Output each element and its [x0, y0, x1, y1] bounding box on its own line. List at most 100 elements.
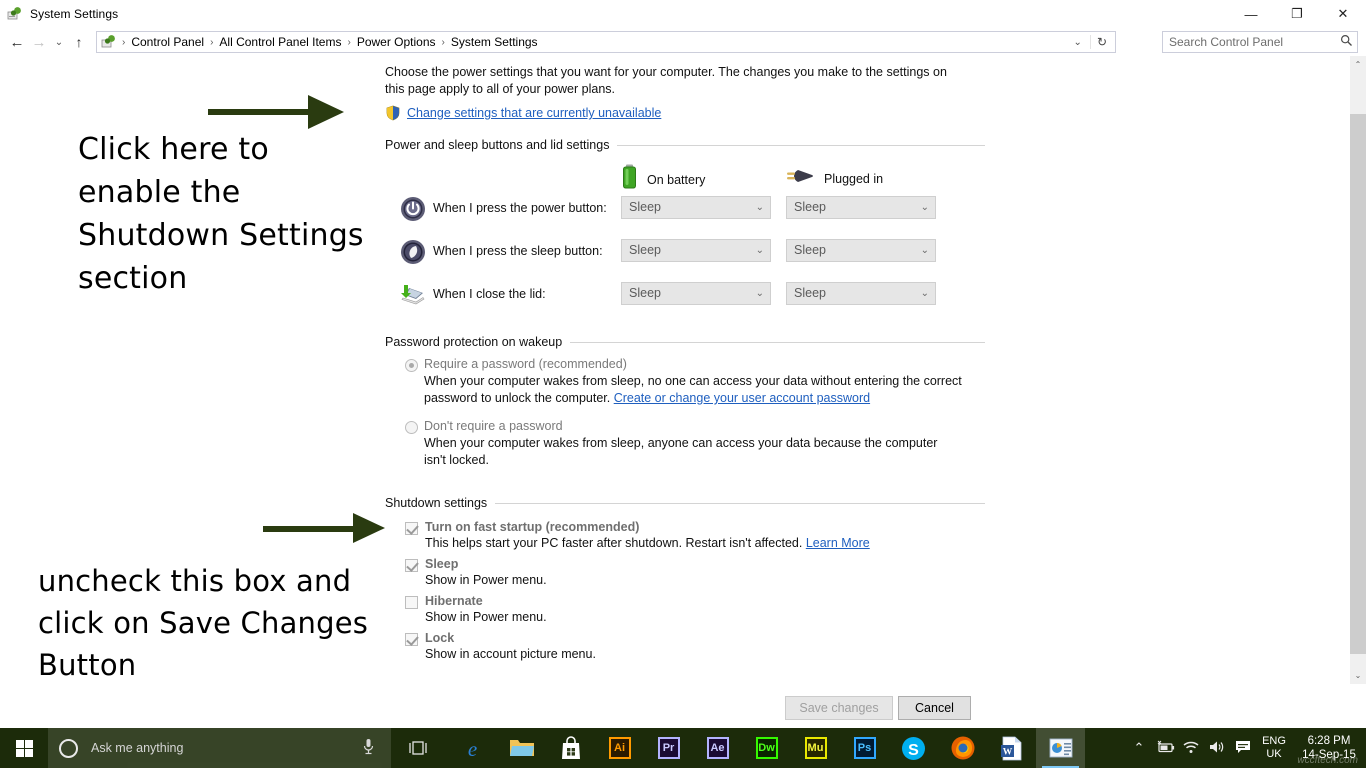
- breadcrumb-item-control-panel[interactable]: Control Panel: [127, 33, 208, 51]
- adobe-after-effects-icon[interactable]: Ae: [693, 728, 742, 768]
- scroll-down-button[interactable]: ⌄: [1350, 667, 1366, 684]
- chevron-down-icon: ⌄: [755, 245, 764, 256]
- checkbox-sleep[interactable]: [405, 559, 418, 572]
- clock-time: 6:28 PM: [1307, 735, 1351, 747]
- cortana-search-box[interactable]: Ask me anything: [48, 728, 391, 768]
- adobe-premiere-icon[interactable]: Pr: [644, 728, 693, 768]
- adobe-muse-icon[interactable]: Mu: [791, 728, 840, 768]
- checkbox-description-sleep: Show in Power menu.: [425, 573, 547, 587]
- vertical-scrollbar[interactable]: ⌃ ⌄: [1350, 56, 1366, 684]
- group-divider: [570, 341, 985, 343]
- language-indicator[interactable]: ENG UK: [1256, 735, 1292, 761]
- screen: System Settings — ❐ ✕ ← → ⌄ ↑ › Control …: [0, 0, 1366, 768]
- task-view-button[interactable]: [398, 728, 438, 768]
- svg-text:S: S: [908, 742, 919, 759]
- skype-icon[interactable]: S: [889, 728, 938, 768]
- breadcrumb-item-power-options[interactable]: Power Options: [353, 33, 440, 51]
- uac-shield-icon: [385, 105, 401, 121]
- adobe-photoshop-icon[interactable]: Ps: [840, 728, 889, 768]
- radio-row-no-password[interactable]: Don't require a password: [385, 419, 985, 434]
- radio-row-require-password[interactable]: Require a password (recommended): [385, 357, 985, 372]
- firefox-icon[interactable]: [938, 728, 987, 768]
- forward-button[interactable]: →: [28, 30, 50, 54]
- chevron-down-icon[interactable]: ⌄: [1066, 37, 1090, 48]
- search-icon[interactable]: [1335, 34, 1357, 50]
- checkbox-label-sleep: Sleep: [425, 557, 459, 571]
- volume-icon[interactable]: [1204, 740, 1230, 757]
- breadcrumb-item-system-settings[interactable]: System Settings: [447, 33, 542, 51]
- dropdown-value: Sleep: [629, 200, 661, 214]
- wifi-icon[interactable]: [1178, 740, 1204, 757]
- setting-label-sleep-button: When I press the sleep button:: [433, 244, 603, 258]
- back-button[interactable]: ←: [6, 30, 28, 54]
- checkbox-row-fast-startup[interactable]: Turn on fast startup (recommended): [385, 520, 985, 535]
- checkbox-row-hibernate[interactable]: Hibernate: [385, 594, 985, 609]
- column-on-battery-label: On battery: [647, 172, 706, 187]
- checkbox-fast-startup[interactable]: [405, 522, 418, 535]
- chevron-down-icon: ⌄: [755, 202, 764, 213]
- dropdown-power-button-on-battery[interactable]: Sleep ⌄: [621, 196, 771, 219]
- dropdown-sleep-button-on-battery[interactable]: Sleep ⌄: [621, 239, 771, 262]
- dialog-footer: Save changes Cancel: [0, 684, 1366, 728]
- adobe-dreamweaver-icon[interactable]: Dw: [742, 728, 791, 768]
- scrollbar-thumb[interactable]: [1350, 114, 1366, 654]
- breadcrumb-separator-0: ›: [122, 36, 126, 48]
- start-button[interactable]: [0, 728, 48, 768]
- checkbox-label-lock: Lock: [425, 631, 455, 645]
- learn-more-link[interactable]: Learn More: [806, 536, 870, 550]
- show-hidden-icons-chevron-icon[interactable]: ⌃: [1126, 740, 1152, 756]
- group-divider: [495, 502, 985, 504]
- battery-icon: [621, 164, 638, 195]
- radio-require-password[interactable]: [405, 359, 418, 372]
- microphone-icon[interactable]: [362, 738, 375, 758]
- maximize-button[interactable]: ❐: [1274, 0, 1320, 28]
- power-button-icon: [400, 196, 426, 222]
- save-changes-button[interactable]: Save changes: [785, 696, 893, 720]
- dropdown-sleep-button-plugged-in[interactable]: Sleep ⌄: [786, 239, 936, 262]
- create-change-password-link[interactable]: Create or change your user account passw…: [614, 391, 870, 405]
- radio-no-password[interactable]: [405, 421, 418, 434]
- checkbox-lock[interactable]: [405, 633, 418, 646]
- close-button[interactable]: ✕: [1320, 0, 1366, 28]
- battery-icon[interactable]: [1152, 740, 1178, 757]
- checkbox-description-lock: Show in account picture menu.: [425, 647, 596, 661]
- chevron-down-icon: ⌄: [920, 202, 929, 213]
- dropdown-power-button-plugged-in[interactable]: Sleep ⌄: [786, 196, 936, 219]
- breadcrumb[interactable]: › Control Panel › All Control Panel Item…: [96, 31, 1116, 53]
- up-button[interactable]: ↑: [68, 30, 90, 54]
- breadcrumb-item-all-control-panel-items[interactable]: All Control Panel Items: [215, 33, 345, 51]
- checkbox-row-lock[interactable]: Lock: [385, 631, 985, 646]
- cancel-button[interactable]: Cancel: [898, 696, 971, 720]
- scroll-up-button[interactable]: ⌃: [1350, 56, 1366, 73]
- minimize-button[interactable]: —: [1228, 0, 1274, 28]
- page-description: Choose the power settings that you want …: [385, 65, 947, 96]
- refresh-icon[interactable]: ↻: [1089, 35, 1113, 49]
- column-on-battery: On battery: [621, 164, 705, 195]
- setting-row-close-lid: When I close the lid: Sleep ⌄ Sleep ⌄: [385, 278, 985, 321]
- dropdown-close-lid-on-battery[interactable]: Sleep ⌄: [621, 282, 771, 305]
- search-box[interactable]: [1162, 31, 1358, 53]
- language-line-2: UK: [1266, 748, 1282, 760]
- adobe-illustrator-icon[interactable]: Ai: [595, 728, 644, 768]
- cortana-placeholder: Ask me anything: [91, 741, 184, 755]
- action-center-icon[interactable]: [1230, 740, 1256, 757]
- control-panel-breadcrumb-icon: [101, 34, 117, 50]
- password-group-header: Password protection on wakeup: [385, 335, 985, 349]
- taskbar-app-icons: e Ai Pr Ae Dw Mu Ps S W: [448, 728, 1085, 768]
- search-input[interactable]: [1163, 35, 1335, 49]
- dropdown-value: Sleep: [629, 243, 661, 257]
- control-panel-icon[interactable]: [1036, 728, 1085, 768]
- file-explorer-icon[interactable]: [497, 728, 546, 768]
- adobe-illustrator-glyph: Ai: [608, 737, 631, 759]
- microsoft-store-icon[interactable]: [546, 728, 595, 768]
- change-settings-link[interactable]: Change settings that are currently unava…: [407, 106, 661, 120]
- change-settings-link-row[interactable]: Change settings that are currently unava…: [385, 105, 985, 121]
- checkbox-row-sleep[interactable]: Sleep: [385, 557, 985, 572]
- recent-locations-button[interactable]: ⌄: [50, 30, 68, 54]
- svg-text:e: e: [468, 737, 477, 761]
- breadcrumb-separator-3: ›: [441, 36, 445, 48]
- checkbox-hibernate[interactable]: [405, 596, 418, 609]
- edge-icon[interactable]: e: [448, 728, 497, 768]
- dropdown-close-lid-plugged-in[interactable]: Sleep ⌄: [786, 282, 936, 305]
- microsoft-word-icon[interactable]: W: [987, 728, 1036, 768]
